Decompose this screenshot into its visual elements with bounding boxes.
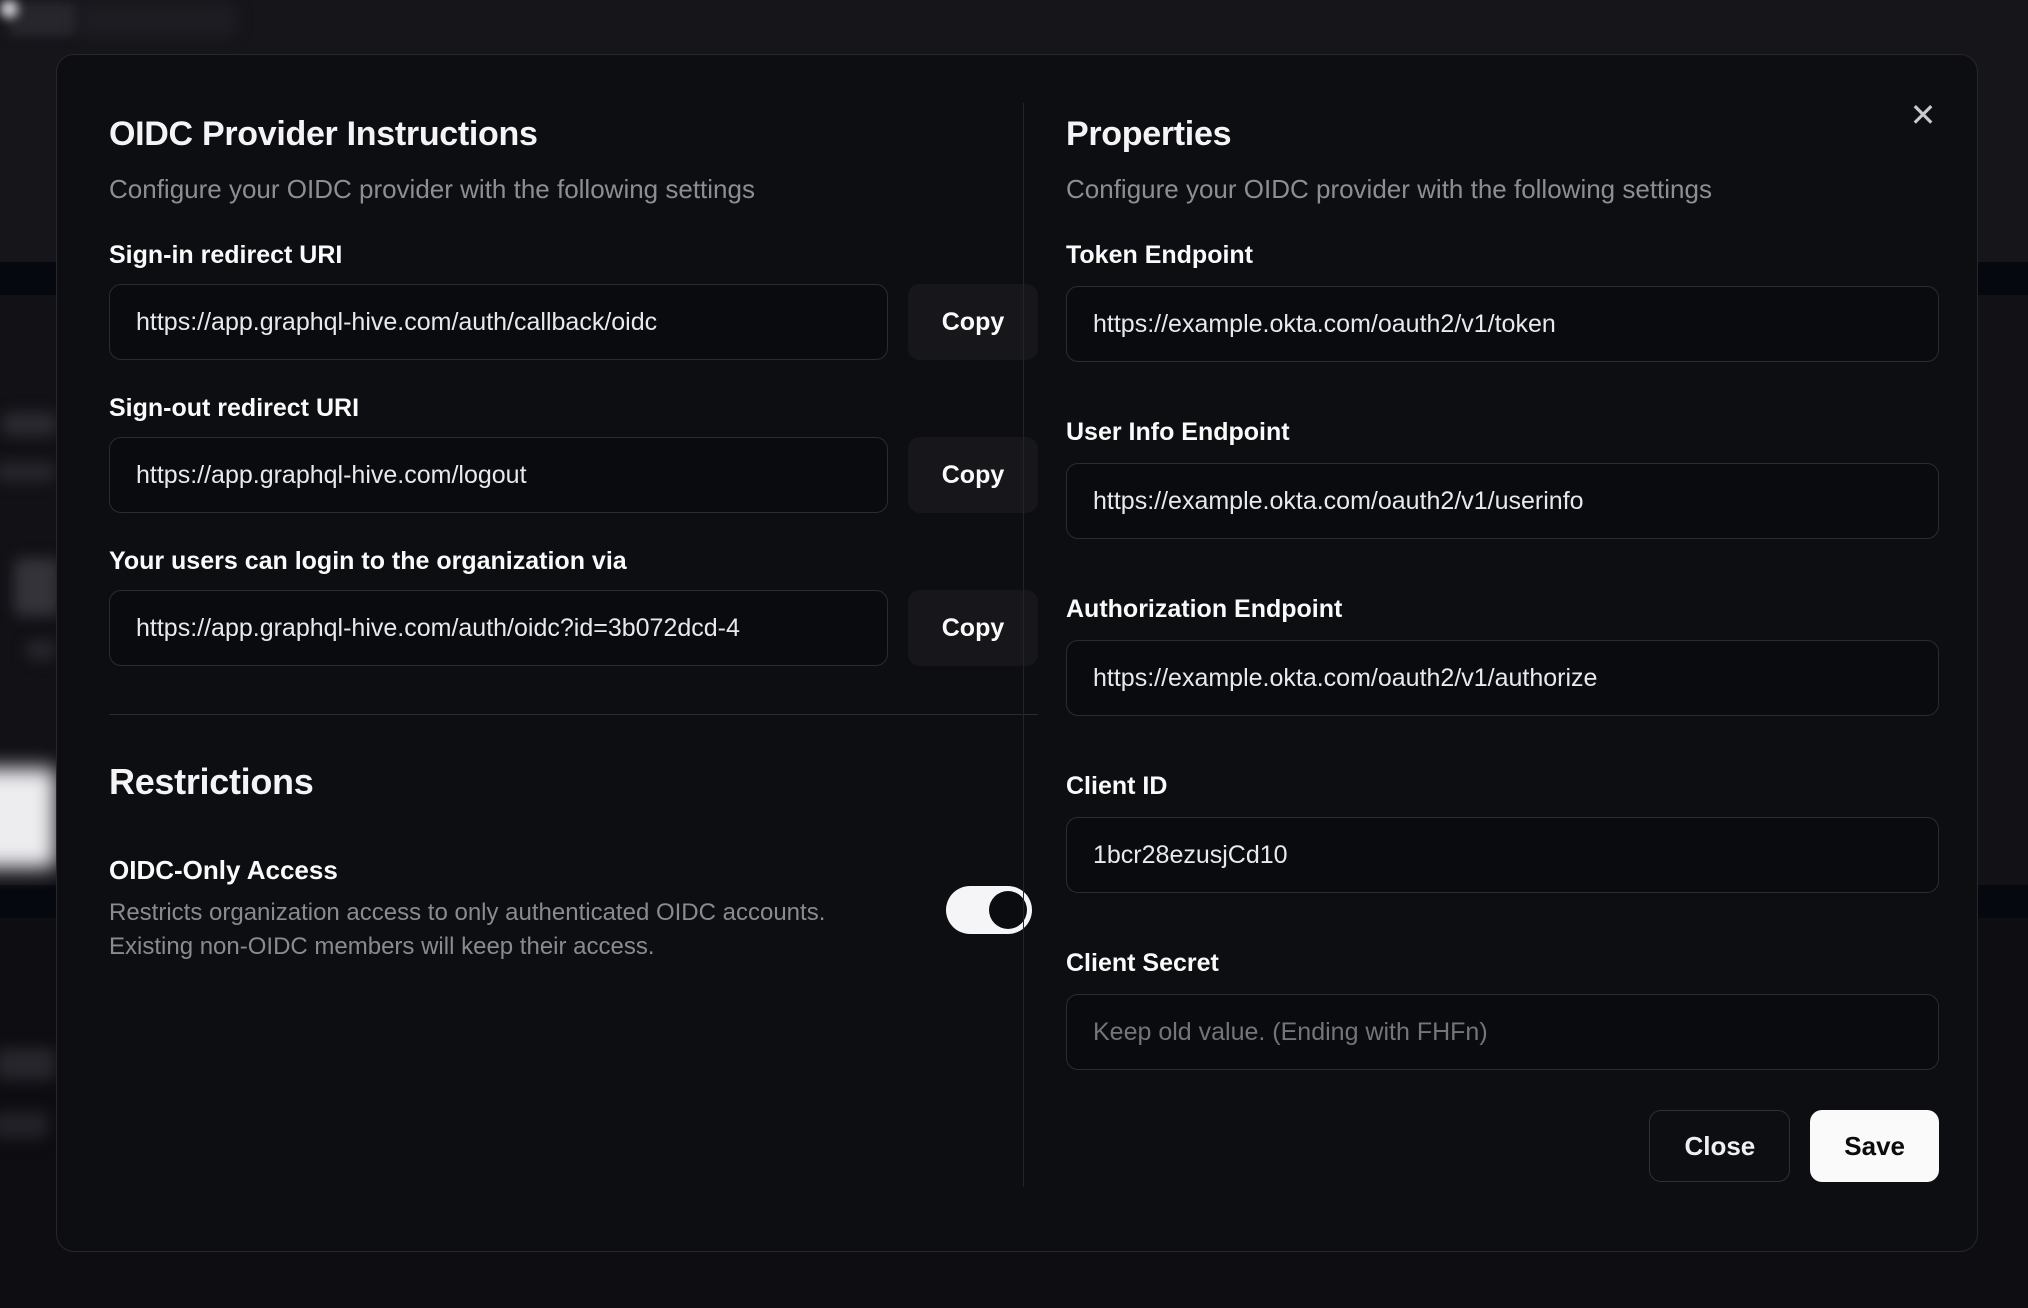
properties-subtitle: Configure your OIDC provider with the fo… <box>1066 174 1712 204</box>
sign-out-redirect-uri-label: Sign-out redirect URI <box>109 394 360 422</box>
save-button[interactable]: Save <box>1810 1110 1939 1182</box>
organization-login-uri-label: Your users can login to the organization… <box>109 547 627 575</box>
oidc-only-access-row: OIDC-Only Access Restricts organization … <box>109 855 1038 964</box>
blurred-background-text <box>0 1112 48 1138</box>
blurred-background-text <box>14 558 60 616</box>
blurred-background-text <box>0 462 56 482</box>
instructions-subtitle: Configure your OIDC provider with the fo… <box>109 174 755 204</box>
properties-title: Properties <box>1066 115 1232 153</box>
sign-out-redirect-uri-row: Copy <box>109 437 1038 513</box>
instructions-title: OIDC Provider Instructions <box>109 115 538 153</box>
blurred-background-dot <box>0 0 18 18</box>
dialog-actions: Close Save <box>1066 1110 1939 1182</box>
blurred-background-text <box>0 1048 56 1080</box>
token-endpoint-input[interactable] <box>1066 286 1939 362</box>
sign-in-redirect-uri-label: Sign-in redirect URI <box>109 241 343 269</box>
copy-sign-in-uri-button[interactable]: Copy <box>908 284 1038 360</box>
blurred-background-text <box>26 640 56 660</box>
blurred-background-button <box>0 768 56 868</box>
client-id-label: Client ID <box>1066 772 1168 800</box>
organization-login-uri-row: Copy <box>109 590 1038 666</box>
blurred-background-text <box>2 412 58 436</box>
properties-column: Properties Configure your OIDC provider … <box>1066 55 1939 1182</box>
client-secret-label: Client Secret <box>1066 949 1219 977</box>
authorization-endpoint-input[interactable] <box>1066 640 1939 716</box>
oidc-only-access-toggle[interactable] <box>946 885 1032 934</box>
copy-login-uri-button[interactable]: Copy <box>908 590 1038 666</box>
sign-in-redirect-uri-input[interactable] <box>109 284 888 360</box>
client-secret-input[interactable] <box>1066 994 1939 1070</box>
client-id-input[interactable] <box>1066 817 1939 893</box>
user-info-endpoint-input[interactable] <box>1066 463 1939 539</box>
oidc-only-access-label: OIDC-Only Access <box>109 855 338 885</box>
section-divider <box>109 714 1038 715</box>
user-info-endpoint-label: User Info Endpoint <box>1066 418 1290 446</box>
organization-login-uri-input[interactable] <box>109 590 888 666</box>
restrictions-title: Restrictions <box>109 761 314 802</box>
oidc-provider-dialog: ✕ OIDC Provider Instructions Configure y… <box>56 54 1978 1252</box>
close-button[interactable]: Close <box>1649 1110 1791 1182</box>
blurred-nav-item <box>78 2 236 38</box>
sign-in-redirect-uri-row: Copy <box>109 284 1038 360</box>
blurred-logo <box>8 2 78 36</box>
copy-sign-out-uri-button[interactable]: Copy <box>908 437 1038 513</box>
oidc-only-access-description: Restricts organization access to only au… <box>109 899 826 960</box>
column-divider <box>1023 103 1024 1187</box>
oidc-only-access-text: OIDC-Only Access Restricts organization … <box>109 855 825 964</box>
sign-out-redirect-uri-input[interactable] <box>109 437 888 513</box>
authorization-endpoint-label: Authorization Endpoint <box>1066 595 1343 623</box>
toggle-thumb <box>989 890 1027 929</box>
instructions-column: OIDC Provider Instructions Configure you… <box>109 55 1038 964</box>
token-endpoint-label: Token Endpoint <box>1066 241 1254 269</box>
